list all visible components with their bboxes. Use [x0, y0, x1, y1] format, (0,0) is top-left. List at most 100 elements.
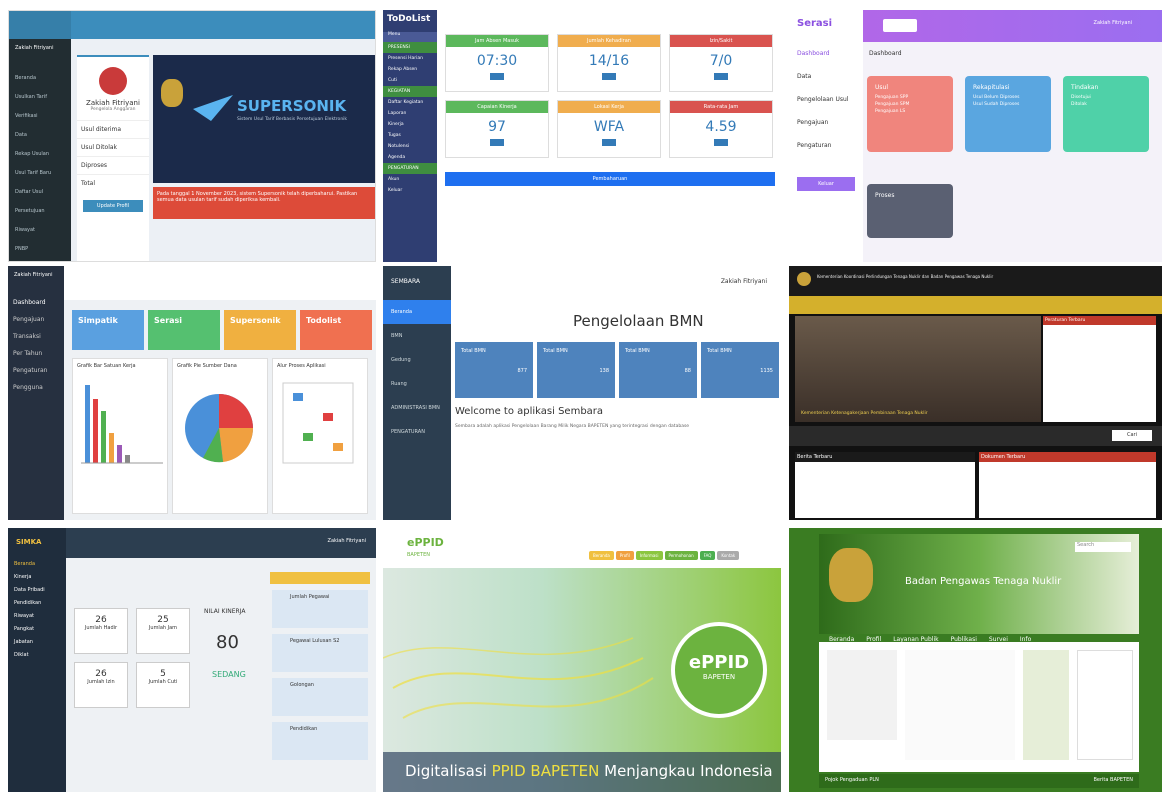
- detail-button[interactable]: [602, 73, 616, 80]
- sidebar-item[interactable]: Persetujuan: [9, 202, 71, 221]
- sidebar-item[interactable]: Ruang: [383, 372, 451, 396]
- sidebar-item[interactable]: Cuti: [383, 75, 437, 86]
- nav-tab[interactable]: Profil: [615, 551, 634, 560]
- sidebar-item[interactable]: Pengajuan: [789, 111, 863, 134]
- nav-tab[interactable]: Beranda: [589, 551, 614, 560]
- sidebar-item[interactable]: Per Tahun: [8, 345, 64, 362]
- sidebar-item[interactable]: Verifikasi: [9, 107, 71, 126]
- sidebar-item[interactable]: Kinerja: [8, 571, 66, 584]
- app-logo[interactable]: [9, 11, 71, 39]
- sidebar-item[interactable]: Pengajuan: [8, 311, 64, 328]
- sidebar-item[interactable]: Kinerja: [383, 119, 437, 130]
- sidebar-item[interactable]: Tugas: [383, 130, 437, 141]
- sidebar-item[interactable]: PNBP: [9, 240, 71, 259]
- summary-box[interactable]: Rekapitulasi Usul Belum Diproses Usul Suda…: [965, 76, 1051, 152]
- brand: Serasi: [797, 18, 833, 29]
- summary-box-item: Pengajuan SPP: [875, 95, 909, 100]
- summary-box[interactable]: Proses: [867, 184, 953, 238]
- app-tile[interactable]: Supersonik: [224, 310, 296, 350]
- sidebar-item[interactable]: Pengaturan: [8, 362, 64, 379]
- stat-card-value: 4.59: [705, 119, 737, 135]
- sidebar-item[interactable]: Beranda: [9, 69, 71, 88]
- detail-button[interactable]: [490, 139, 504, 146]
- bmn-stat-card: Total BMN 138: [537, 342, 615, 398]
- user-name[interactable]: Zakiah Fitriyani: [721, 278, 767, 285]
- nav-tab[interactable]: Informasi: [635, 551, 663, 560]
- score-label: NILAI KINERJA: [204, 608, 246, 615]
- update-button[interactable]: Pembaharuan: [445, 172, 775, 186]
- sidebar-item[interactable]: ADMINISTRASI BMN: [383, 396, 451, 420]
- sidebar-section: PRESENSI: [383, 42, 437, 53]
- summary-box[interactable]: Tindakan Disetujui Ditolak: [1063, 76, 1149, 152]
- logout-button[interactable]: Keluar: [797, 177, 855, 191]
- nav-tab[interactable]: FAQ: [699, 551, 716, 560]
- stat-title: Total BMN: [461, 348, 486, 354]
- sidebar-item[interactable]: Transaksi: [8, 328, 64, 345]
- nav-tab[interactable]: Kontak: [717, 551, 740, 560]
- sidebar-item[interactable]: Usul Tarif Baru: [9, 164, 71, 183]
- summary-box[interactable]: Usul Pengajuan SPP Pengajuan SPM Pengajuan …: [867, 76, 953, 152]
- sidebar-item[interactable]: Data: [789, 65, 863, 88]
- supersonik-screenshot: Zakiah Fitriyani Beranda Usulkan Tarif V…: [8, 10, 376, 262]
- nav-tab[interactable]: Permohonan: [664, 551, 698, 560]
- stat-card-header: Capaian Kinerja: [446, 101, 548, 113]
- sidebar-item[interactable]: Pengelolaan Usul: [789, 88, 863, 111]
- detail-button[interactable]: [490, 73, 504, 80]
- sidebar-item[interactable]: Riwayat: [9, 221, 71, 240]
- sidebar-item[interactable]: Usulkan Tarif: [9, 88, 71, 107]
- sidebar-item[interactable]: Rekap Usulan: [9, 145, 71, 164]
- select-box[interactable]: [883, 19, 917, 32]
- sidebar-item[interactable]: Presensi Harian: [383, 53, 437, 64]
- profile-item: Diproses: [77, 156, 149, 174]
- sidebar-item[interactable]: Gedung: [383, 348, 451, 372]
- footer-link[interactable]: Berita BAPETEN: [1093, 777, 1133, 783]
- sidebar-item[interactable]: PENGATURAN: [383, 420, 451, 444]
- search-button[interactable]: Cari: [1112, 430, 1152, 441]
- sidebar-item[interactable]: Pendidikan: [8, 597, 66, 610]
- sidebar-item[interactable]: Pengguna: [8, 379, 64, 396]
- app-tile[interactable]: Simpatik: [72, 310, 144, 350]
- user-name[interactable]: Zakiah Fitriyani: [1094, 20, 1132, 26]
- sidebar-item[interactable]: Beranda: [8, 558, 66, 571]
- app-tile[interactable]: Serasi: [148, 310, 220, 350]
- detail-button[interactable]: [714, 73, 728, 80]
- sidebar-item[interactable]: BMN: [383, 324, 451, 348]
- sidebar: Zakiah Fitriyani Dashboard Pengajuan Tra…: [8, 266, 64, 520]
- update-profile-button[interactable]: Update Profil: [83, 200, 143, 212]
- score-value: 80: [216, 632, 239, 653]
- sidebar-item[interactable]: Diklat: [8, 649, 66, 662]
- info-card[interactable]: Pendidikan: [272, 722, 368, 760]
- app-tile[interactable]: Todolist: [300, 310, 372, 350]
- profile-card: Zakiah Fitriyani Pengelola Anggaran Usul…: [77, 55, 149, 261]
- sidebar-item[interactable]: Daftar Usul: [9, 183, 71, 202]
- sidebar-item[interactable]: Data Pribadi: [8, 584, 66, 597]
- sidebar-item[interactable]: Data: [9, 126, 71, 145]
- sidebar-item[interactable]: Riwayat: [8, 610, 66, 623]
- search-input[interactable]: Search: [1075, 542, 1131, 552]
- sidebar-item[interactable]: Pangkat: [8, 623, 66, 636]
- sidebar-item[interactable]: Agenda: [383, 152, 437, 163]
- tagline-bar: Digitalisasi PPID BAPETEN Menjangkau Ind…: [383, 752, 781, 792]
- kpi-card: 26 Jumlah Izin: [74, 662, 128, 708]
- sidebar-item[interactable]: Keluar: [383, 185, 437, 196]
- tagline: Digitalisasi PPID BAPETEN Menjangkau Ind…: [405, 762, 773, 780]
- pie-chart-card: Grafik Pie Sumber Dana: [172, 358, 268, 514]
- profile-item: Usul Ditolak: [77, 138, 149, 156]
- sidebar-item[interactable]: Notulensi: [383, 141, 437, 152]
- detail-button[interactable]: [602, 139, 616, 146]
- sidebar-item[interactable]: Dashboard: [789, 42, 863, 65]
- sidebar-item[interactable]: Daftar Kegiatan: [383, 97, 437, 108]
- detail-button[interactable]: [714, 139, 728, 146]
- sidebar-item[interactable]: Pengaturan: [789, 134, 863, 157]
- sidebar-item[interactable]: Akun: [383, 174, 437, 185]
- sidebar-item[interactable]: Rekap Absen: [383, 64, 437, 75]
- user-name[interactable]: Zakiah Fitriyani: [328, 538, 366, 544]
- sidebar-item[interactable]: Beranda: [383, 300, 451, 324]
- info-card[interactable]: Pegawai Lulusan S2: [272, 634, 368, 672]
- sidebar-item[interactable]: Dashboard: [8, 294, 64, 311]
- footer-link[interactable]: Pojok Pengaduan PLN: [825, 777, 879, 783]
- sidebar-item[interactable]: Laporan: [383, 108, 437, 119]
- info-card[interactable]: Golongan: [272, 678, 368, 716]
- info-card[interactable]: Jumlah Pegawai: [272, 590, 368, 628]
- sidebar-item[interactable]: Jabatan: [8, 636, 66, 649]
